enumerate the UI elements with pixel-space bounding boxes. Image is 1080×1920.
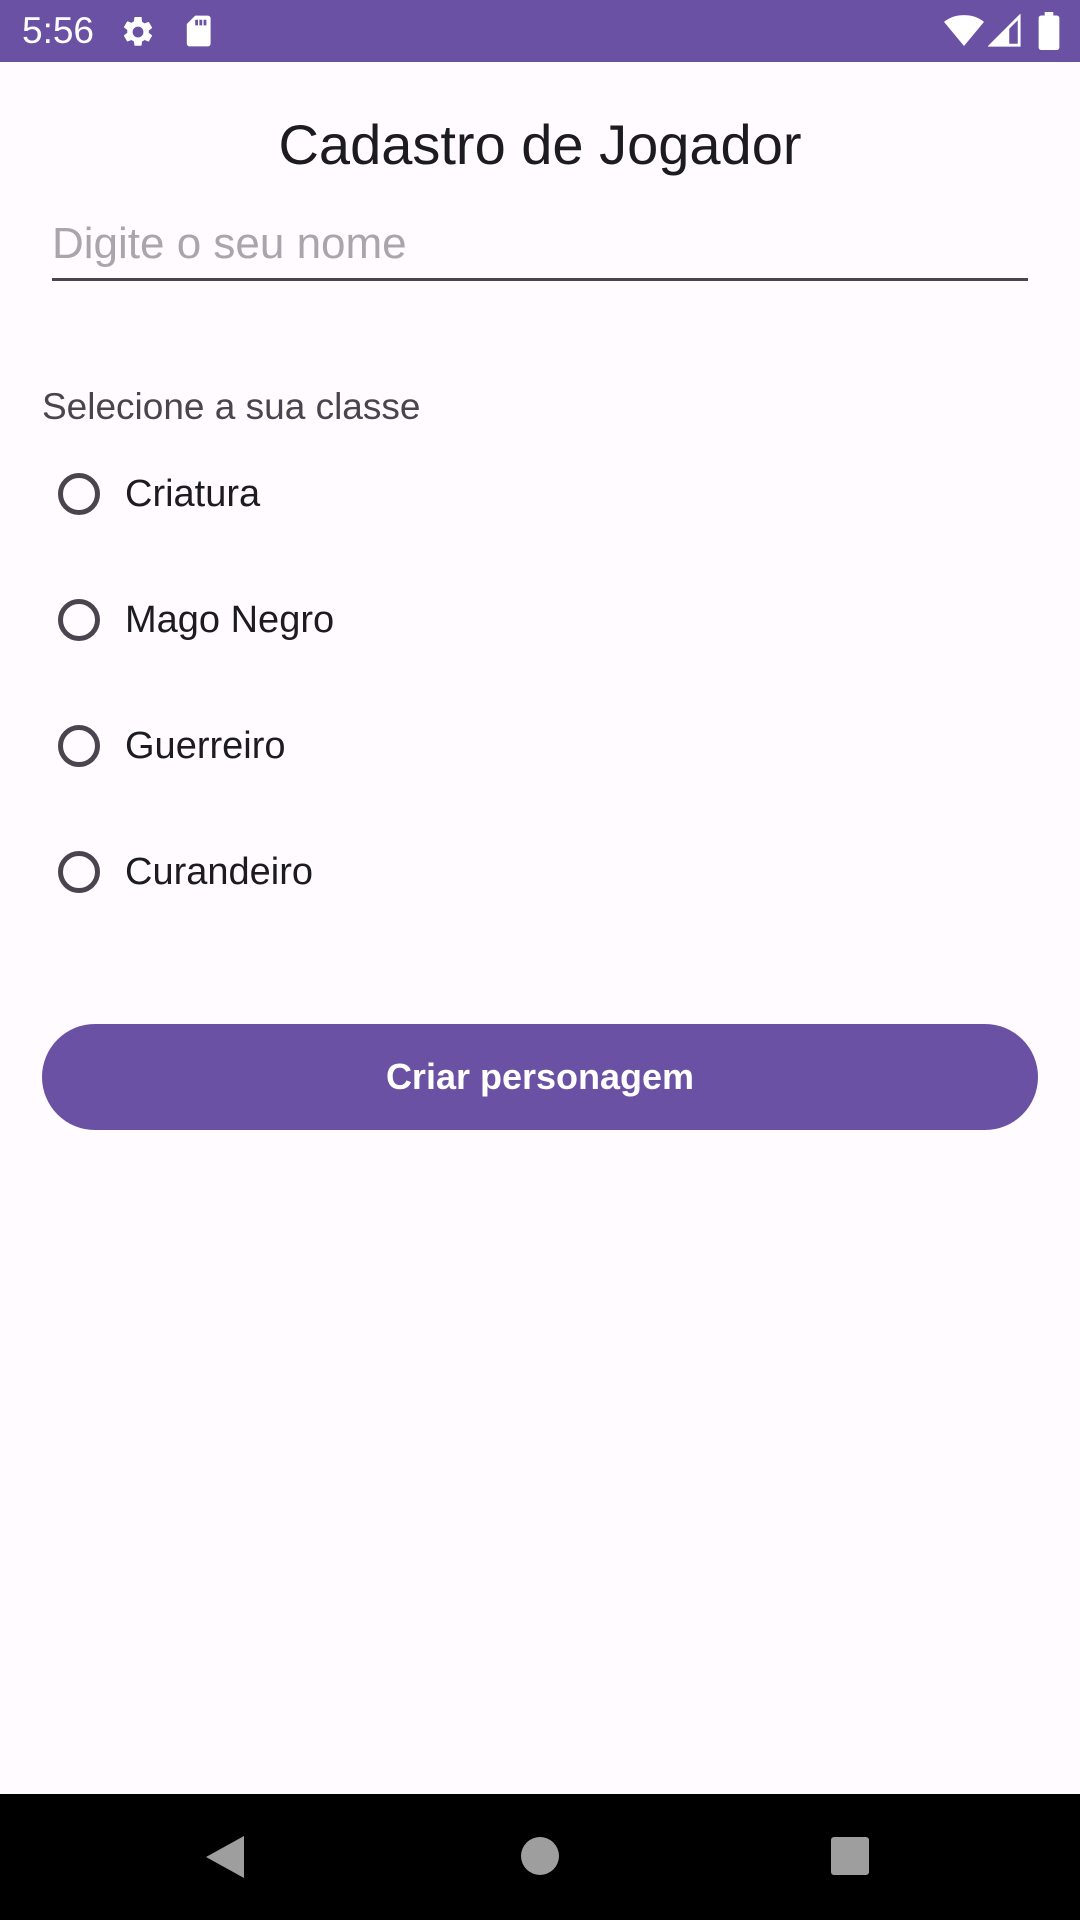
radio-button-icon[interactable] (58, 725, 100, 767)
page-title: Cadastro de Jogador (278, 113, 802, 176)
radio-option-guerreiro[interactable]: Guerreiro (42, 698, 642, 794)
radio-label: Mago Negro (125, 598, 335, 641)
radio-button-icon[interactable] (58, 599, 100, 641)
name-input[interactable] (52, 210, 1028, 281)
gear-icon (123, 16, 153, 46)
home-icon[interactable] (520, 1836, 560, 1876)
navigation-bar (0, 1794, 1080, 1920)
radio-button-icon[interactable] (58, 851, 100, 893)
app-screen: 5:56 Cadastro de Jogador Selecione a sua… (0, 0, 1080, 1920)
radio-option-criatura[interactable]: Criatura (42, 446, 642, 542)
radio-label: Guerreiro (125, 724, 286, 767)
wifi-icon (944, 15, 984, 46)
radio-label: Criatura (125, 472, 261, 515)
recents-icon[interactable] (830, 1836, 870, 1876)
sd-card-icon (186, 15, 211, 47)
class-label: Selecione a sua classe (42, 386, 421, 427)
signal-icon (988, 14, 1021, 47)
radio-option-mago-negro[interactable]: Mago Negro (42, 572, 642, 668)
battery-icon (1038, 12, 1060, 50)
status-bar: 5:56 (0, 0, 1080, 62)
radio-label: Curandeiro (125, 850, 313, 893)
back-icon[interactable] (204, 1834, 246, 1880)
radio-option-curandeiro[interactable]: Curandeiro (42, 824, 642, 920)
radio-button-icon[interactable] (58, 473, 100, 515)
status-time: 5:56 (22, 10, 95, 51)
create-character-button[interactable]: Criar personagem (42, 1024, 1038, 1130)
